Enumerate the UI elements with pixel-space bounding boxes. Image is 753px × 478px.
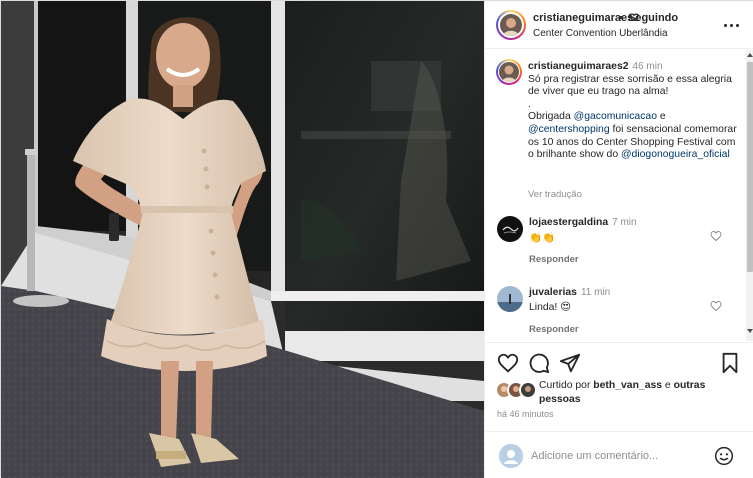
comment-icon[interactable] [528,352,550,374]
post-sidebar: cristianeguimaraes2 • Seguindo Center Co… [484,1,753,478]
heart-icon[interactable] [710,300,722,312]
reply-button[interactable]: Responder [529,254,579,265]
commenter-avatar[interactable] [497,216,523,242]
instagram-post: cristianeguimaraes2 • Seguindo Center Co… [0,0,753,478]
post-photo[interactable] [1,1,484,478]
emoji-icon[interactable] [714,446,734,466]
post-timestamp[interactable]: há 46 minutos [497,409,554,419]
photo-illustration [1,1,484,478]
comment-input[interactable] [531,446,701,466]
mention-gacomunicacao[interactable]: @gacomunicacao [574,111,657,122]
add-comment-bar [485,431,753,478]
heart-icon[interactable] [710,230,722,242]
likes-middle: e [662,380,674,391]
author-username[interactable]: cristianeguimaraes2 [533,12,639,24]
caption-time: 46 min [632,61,663,72]
heart-icon[interactable] [497,352,519,374]
commenter-username[interactable]: juvalerias 11 min [529,287,610,298]
comments-scrollbar[interactable] [746,50,753,341]
header-separator: • [619,12,623,24]
caption-line-3-suffix: e [656,111,666,123]
likes-summary[interactable]: Curtido por beth_van_ass e outras pessoa… [485,377,753,409]
scrollbar-thumb[interactable] [747,62,753,272]
scroll-down-icon[interactable] [747,329,753,333]
caption-line-1: Só pra registrar esse sorrisão e essa al… [528,73,732,98]
mention-centershopping[interactable]: @centershopping [528,124,610,135]
bookmark-icon[interactable] [719,352,741,374]
more-options-button[interactable] [721,15,741,35]
comments-section[interactable]: cristianeguimaraes2 46 min Só pra registr… [485,50,753,342]
likes-text: Curtido por beth_van_ass e outras pessoa… [539,379,739,406]
more-horizontal-icon [723,23,727,27]
user-avatar [499,444,523,468]
comment-item: juvalerias 11 min Linda! 😍 Responder [485,286,747,342]
follow-status-button[interactable]: Seguindo [628,12,678,24]
likes-prefix: Curtido por [539,380,594,391]
comment-item: lojaestergaldina 7 min 👏👏 Responder [485,216,747,276]
mention-diogonogueira[interactable]: @diogonogueira_oficial [621,149,730,160]
comment-text: 👏👏 [529,233,555,244]
liker-username[interactable]: beth_van_ass [593,380,662,391]
post-location[interactable]: Center Convention Uberlândia [533,28,668,39]
send-icon[interactable] [559,352,581,374]
liker-avatar[interactable] [519,381,537,399]
scroll-up-icon[interactable] [747,53,753,57]
author-avatar[interactable] [500,14,522,36]
comment-text: Linda! 😍 [529,302,572,313]
commenter-username[interactable]: lojaestergaldina 7 min [529,217,637,228]
caption-avatar[interactable] [499,62,519,82]
comment-time: 7 min [612,217,637,228]
caption-username[interactable]: cristianeguimaraes2 [528,61,629,72]
commenter-avatar[interactable] [497,286,523,312]
caption-line-2: . [528,98,531,110]
caption-line-3-prefix: Obrigada [528,111,574,123]
see-translation-link[interactable]: Ver tradução [528,189,582,200]
post-actions [485,342,753,382]
reply-button[interactable]: Responder [529,324,579,335]
comment-time: 11 min [580,287,611,298]
caption-text: cristianeguimaraes2 46 min Só pra registr… [528,61,738,162]
post-header: cristianeguimaraes2 • Seguindo Center Co… [485,1,753,49]
